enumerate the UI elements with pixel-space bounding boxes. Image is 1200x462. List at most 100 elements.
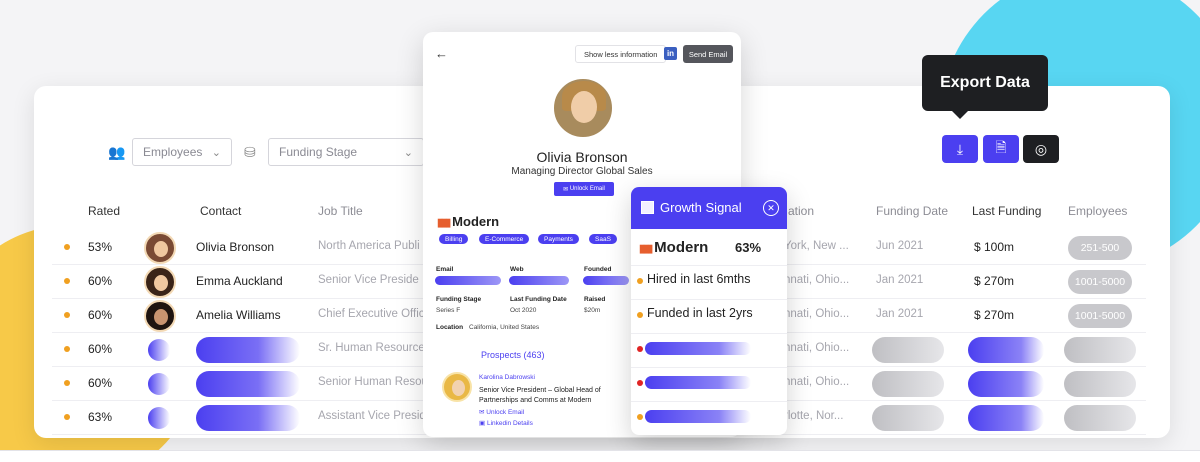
email-label: Email xyxy=(436,266,454,273)
funding-stage-value: Series F xyxy=(436,307,461,314)
company-logo: ▮▮▮ Modern xyxy=(639,239,708,256)
avatar xyxy=(144,300,176,332)
employees-filter[interactable]: Employees ⌄ xyxy=(132,138,232,166)
employees-badge: 1001-5000 xyxy=(1068,304,1132,328)
locked-avatar xyxy=(148,373,170,395)
company-bars-icon: ▮▮▮ xyxy=(639,243,653,255)
locked-contact-name[interactable] xyxy=(196,337,300,363)
locked-funding-date xyxy=(872,371,944,397)
locked-last-funding xyxy=(968,405,1044,431)
locked-avatar xyxy=(148,339,170,361)
contact-name[interactable]: Emma Auckland xyxy=(196,274,283,288)
job-title: Senior Vice Preside xyxy=(318,274,419,286)
job-title: North America Publi xyxy=(318,240,420,252)
download-icon: ⤓ xyxy=(956,140,964,157)
location: nnati, Ohio... xyxy=(784,376,850,388)
chevron-down-icon: ⌄ xyxy=(403,146,413,159)
last-funding: $ 100m xyxy=(974,240,1015,254)
locked-last-funding xyxy=(968,337,1044,363)
column-header-employees[interactable]: Employees xyxy=(1068,204,1127,218)
column-header-funding-date[interactable]: Funding Date xyxy=(876,204,948,218)
employees-filter-label: Employees xyxy=(143,145,203,159)
send-email-button[interactable]: Send Email xyxy=(683,45,733,63)
company-name: Modern xyxy=(654,239,709,256)
locked-contact-name[interactable] xyxy=(196,405,300,431)
location: rlotte, Nor... xyxy=(784,410,844,422)
locked-email xyxy=(435,276,501,285)
locked-avatar xyxy=(148,407,170,429)
job-title: Chief Executive Offic xyxy=(318,308,425,320)
funding-stage-label: Funding Stage xyxy=(436,296,482,303)
employees-badge: 251-500 xyxy=(1068,236,1132,260)
growth-signal-panel: Growth Signal ✕ ▮▮▮ Modern 63% Hired in l… xyxy=(631,187,787,435)
locked-signal xyxy=(645,410,751,423)
job-title: Senior Human Resou xyxy=(318,376,428,388)
rating-dot xyxy=(64,312,70,318)
locked-employees xyxy=(1064,337,1136,363)
job-title: Assistant Vice Presid xyxy=(318,410,426,422)
database-icon: ⛁ xyxy=(244,144,256,160)
location: nnati, Ohio... xyxy=(784,342,850,354)
prospect-linkedin-label: Linkedin Details xyxy=(486,420,533,427)
prospect-linkedin-link[interactable]: ▣ Linkedin Details xyxy=(479,419,533,427)
signal-dot xyxy=(637,380,643,386)
rating-dot xyxy=(64,244,70,250)
contact-name[interactable]: Amelia Williams xyxy=(196,308,281,322)
linkedin-icon[interactable]: in xyxy=(664,47,677,60)
rating-dot xyxy=(64,346,70,352)
divider xyxy=(631,333,787,334)
rating-percent: 53% xyxy=(88,240,113,254)
back-arrow-icon[interactable]: ← xyxy=(435,46,448,61)
file-export-button[interactable]: 🗎 xyxy=(983,135,1019,163)
unlock-email-label: Unlock Email xyxy=(569,186,605,192)
download-button[interactable]: ⤓ xyxy=(942,135,978,163)
locked-employees xyxy=(1064,371,1136,397)
locked-contact-name[interactable] xyxy=(196,371,300,397)
column-header-contact[interactable]: Contact xyxy=(200,204,241,218)
last-funding: $ 270m xyxy=(974,308,1015,322)
web-label: Web xyxy=(510,266,524,273)
prospects-link[interactable]: Prospects (463) xyxy=(481,350,545,360)
close-icon[interactable]: ✕ xyxy=(763,200,779,216)
employees-badge: 1001-5000 xyxy=(1068,270,1132,294)
signal-dot xyxy=(637,346,643,352)
unlock-email-button[interactable]: ✉ Unlock Email xyxy=(554,182,614,196)
last-funding-date-label: Last Funding Date xyxy=(510,296,567,303)
file-export-icon: 🗎 xyxy=(995,139,1007,155)
rating-percent: 60% xyxy=(88,308,113,322)
company-logo: ▮▮▮ Modern xyxy=(437,214,499,229)
divider xyxy=(631,265,787,266)
industry-tag[interactable]: SaaS xyxy=(589,234,617,244)
industry-tag[interactable]: Payments xyxy=(538,234,579,244)
location: York, New ... xyxy=(784,240,849,252)
funding-date: Jun 2021 xyxy=(876,240,924,252)
column-header-location[interactable]: ation xyxy=(788,204,814,218)
locked-last-funding xyxy=(968,371,1044,397)
contact-name[interactable]: Olivia Bronson xyxy=(196,240,274,254)
industry-tag[interactable]: Billing xyxy=(439,234,469,244)
app-stage: 👥 Employees ⌄ ⛁ Funding Stage ⌄ Rated Co… xyxy=(0,0,1200,462)
divider xyxy=(631,367,787,368)
prospect-unlock-email-link[interactable]: ✉ Unlock Email xyxy=(479,408,524,416)
industry-tag[interactable]: E-Commerce xyxy=(479,234,530,244)
column-header-rated[interactable]: Rated xyxy=(88,204,120,218)
explore-button[interactable]: ◎ xyxy=(1023,135,1059,163)
column-header-job-title[interactable]: Job Title xyxy=(318,204,363,218)
last-funding: $ 270m xyxy=(974,274,1015,288)
rating-percent: 60% xyxy=(88,376,113,390)
show-less-button[interactable]: Show less information xyxy=(575,45,667,63)
prospect-name[interactable]: Karolina Dabrowski xyxy=(479,374,535,381)
prospect-unlock-email-label: Unlock Email xyxy=(486,409,525,416)
raised-label: Raised xyxy=(584,296,606,303)
column-header-last-funding[interactable]: Last Funding xyxy=(972,204,1041,218)
funding-date: Jan 2021 xyxy=(876,274,924,286)
mail-icon: ✉ xyxy=(563,186,570,193)
founded-label: Founded xyxy=(584,266,612,273)
locked-funding-date xyxy=(872,337,944,363)
checkbox-icon[interactable] xyxy=(641,201,654,214)
rating-dot xyxy=(64,278,70,284)
funding-stage-filter[interactable]: Funding Stage ⌄ xyxy=(268,138,424,166)
signal-dot xyxy=(637,414,643,420)
locked-employees xyxy=(1064,405,1136,431)
signal-text: Funded in last 2yrs xyxy=(647,306,753,320)
